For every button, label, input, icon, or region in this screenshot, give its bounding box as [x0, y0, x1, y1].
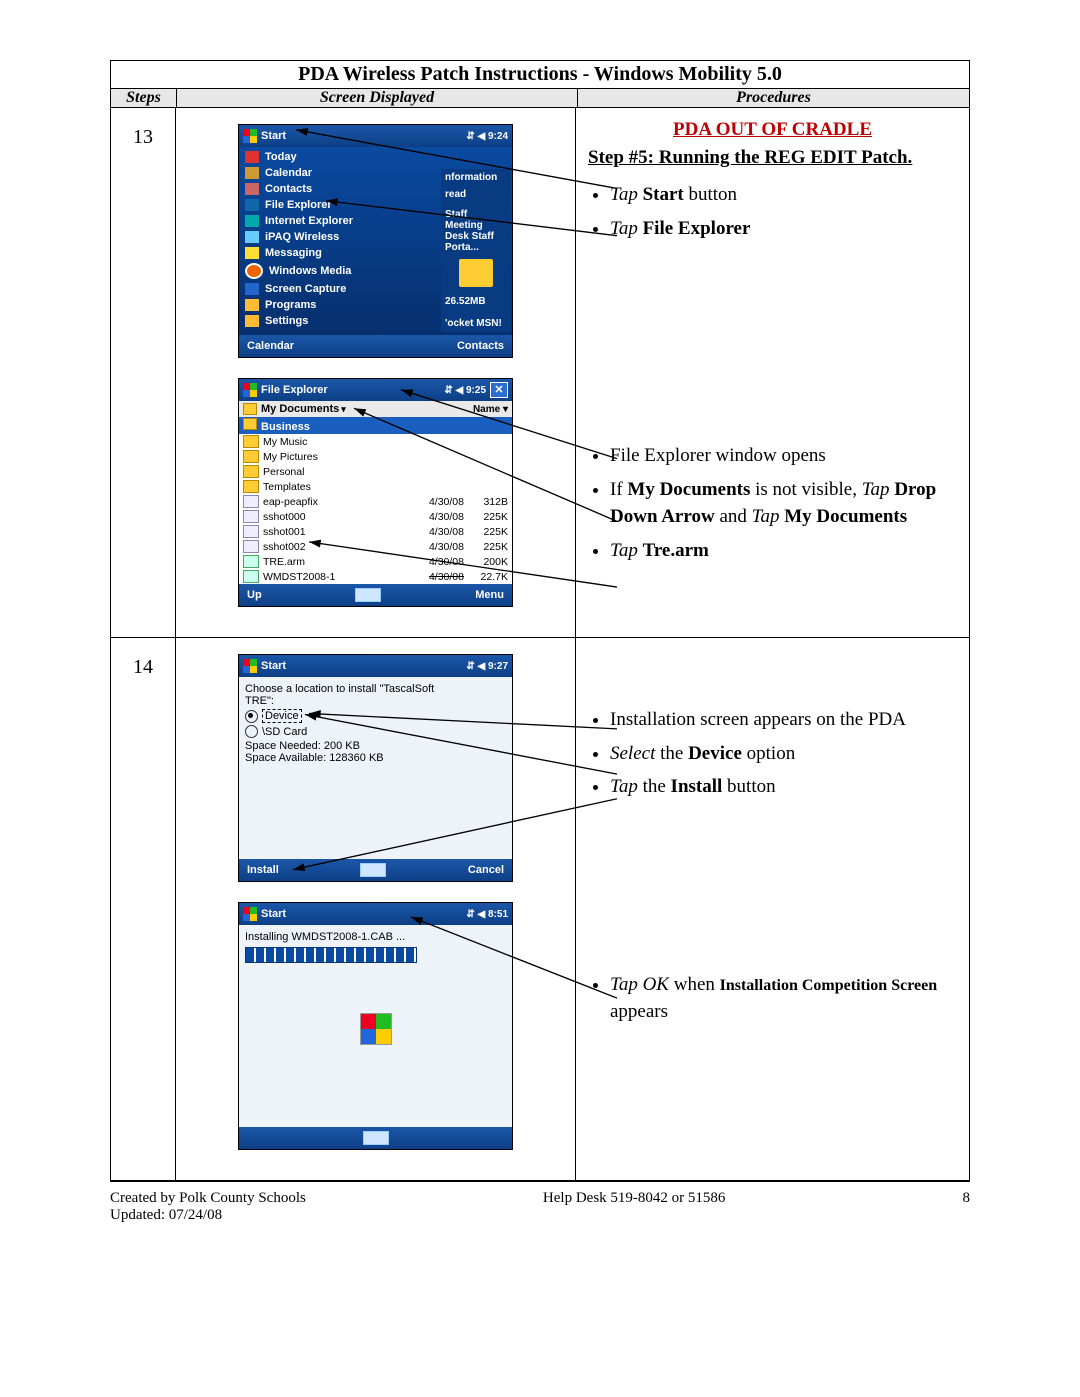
progress-bar — [245, 947, 417, 963]
radio-icon — [245, 710, 258, 723]
screenshot-cell-13: Start ⇵ ◀ 9:24 Today Calendar Contacts F… — [176, 108, 576, 637]
selected-folder[interactable]: Business — [239, 417, 512, 434]
proc-bullet: Tap File Explorer — [610, 215, 957, 243]
footer-updated: Updated: 07/24/08 — [110, 1207, 306, 1224]
step-row-13: 13 Start ⇵ ◀ 9:24 Today Calendar Contact… — [111, 108, 969, 638]
instruction-table: PDA Wireless Patch Instructions - Window… — [110, 60, 970, 1182]
proc-bullet: Tap Tre.arm — [610, 537, 957, 565]
folder-icon — [459, 259, 493, 287]
space-available: Space Available: 128360 KB — [245, 752, 506, 764]
proc-bullet: File Explorer window opens — [610, 442, 957, 470]
install-prompt: Choose a location to install "TascalSoft… — [245, 683, 506, 707]
radio-device[interactable]: Device — [245, 709, 506, 723]
folder-icon — [243, 403, 257, 415]
proc-bullet: Tap Start button — [610, 181, 957, 209]
file-row-tre[interactable]: TRE.arm4/30/08200K — [239, 554, 512, 569]
step-number: 14 — [111, 638, 176, 1180]
today-panel-slice: nformation read Staff MeetingDesk Staff … — [441, 169, 511, 332]
cradle-warning: PDA OUT OF CRADLE — [588, 116, 957, 144]
title-text: Start — [261, 130, 286, 142]
pda-install-progress: Start ⇵ ◀ 8:51 Installing WMDST2008-1.CA… — [238, 902, 513, 1150]
page-footer: Created by Polk County Schools Updated: … — [110, 1190, 970, 1224]
softkey-install[interactable]: Install — [247, 864, 279, 876]
clock-area: ⇵ ◀ 9:24 — [466, 131, 508, 142]
softkey-right[interactable]: Contacts — [457, 340, 504, 352]
softkey-menu[interactable]: Menu — [475, 589, 504, 601]
step-row-14: 14 Start ⇵ ◀ 9:27 Choose a location to i… — [111, 638, 969, 1181]
pda-file-explorer: File Explorer ⇵ ◀ 9:25 ✕ My Documents▾ N… — [238, 378, 513, 607]
footer-helpdesk: Help Desk 519-8042 or 51586 — [543, 1190, 725, 1224]
proc-bullet: Tap OK when Installation Competition Scr… — [610, 971, 957, 1026]
proc-bullet: If My Documents is not visible, Tap Drop… — [610, 476, 957, 531]
header-procedures: Procedures — [578, 89, 969, 107]
softkey-cancel[interactable]: Cancel — [468, 864, 504, 876]
step-number: 13 — [111, 108, 176, 637]
file-row[interactable]: sshot0014/30/08225K — [239, 524, 512, 539]
windows-flag-icon — [360, 1013, 392, 1045]
windows-flag-icon — [243, 659, 257, 673]
header-screen: Screen Displayed — [177, 89, 578, 107]
folder-row[interactable]: My Music — [239, 434, 512, 449]
file-row[interactable]: sshot0024/30/08225K — [239, 539, 512, 554]
proc-bullet: Select the Device option — [610, 740, 957, 768]
procedure-cell-13: PDA OUT OF CRADLE Step #5: Running the R… — [576, 108, 969, 637]
title-bar[interactable]: File Explorer ⇵ ◀ 9:25 ✕ — [239, 379, 512, 401]
progress-label: Installing WMDST2008-1.CAB ... — [245, 931, 506, 943]
folder-row[interactable]: My Pictures — [239, 449, 512, 464]
screenshot-cell-14: Start ⇵ ◀ 9:27 Choose a location to inst… — [176, 638, 576, 1180]
header-steps: Steps — [111, 89, 177, 107]
windows-flag-icon — [243, 383, 257, 397]
file-list: My Documents▾ Name ▾ Business My Music M… — [239, 401, 512, 584]
windows-flag-icon — [243, 129, 257, 143]
proc-bullet: Installation screen appears on the PDA — [610, 706, 957, 734]
keyboard-icon[interactable] — [355, 588, 381, 602]
soft-key-bar: Calendar Contacts — [239, 335, 512, 357]
footer-created: Created by Polk County Schools — [110, 1190, 306, 1207]
step-title: Step #5: Running the REG EDIT Patch. — [588, 144, 957, 172]
keyboard-icon[interactable] — [360, 863, 386, 877]
doc-title: PDA Wireless Patch Instructions - Window… — [111, 61, 969, 89]
clock-area: ⇵ ◀ 9:25 — [444, 385, 486, 396]
close-button[interactable]: ✕ — [490, 382, 508, 398]
pda-start-menu: Start ⇵ ◀ 9:24 Today Calendar Contacts F… — [238, 124, 513, 358]
folder-row[interactable]: Templates — [239, 479, 512, 494]
chevron-down-icon: ▾ — [503, 404, 508, 415]
radio-icon — [245, 725, 258, 738]
title-text: File Explorer — [261, 384, 328, 396]
sort-column[interactable]: Name ▾ — [473, 404, 508, 415]
keyboard-icon[interactable] — [363, 1131, 389, 1145]
radio-sdcard[interactable]: \SD Card — [245, 725, 506, 738]
menu-today[interactable]: Today — [243, 149, 508, 165]
page-number: 8 — [963, 1190, 971, 1224]
folder-row[interactable]: Personal — [239, 464, 512, 479]
file-row[interactable]: eap-peapfix4/30/08312B — [239, 494, 512, 509]
softkey-up[interactable]: Up — [247, 589, 262, 601]
table-header: Steps Screen Displayed Procedures — [111, 89, 969, 108]
proc-bullet: Tap the Install button — [610, 773, 957, 801]
pda-install-location: Start ⇵ ◀ 9:27 Choose a location to inst… — [238, 654, 513, 882]
file-row[interactable]: sshot0004/30/08225K — [239, 509, 512, 524]
space-needed: Space Needed: 200 KB — [245, 740, 506, 752]
windows-flag-icon — [243, 907, 257, 921]
procedure-cell-14: Installation screen appears on the PDA S… — [576, 638, 969, 1180]
location-dropdown[interactable]: My Documents▾ Name ▾ — [239, 401, 512, 417]
chevron-down-icon: ▾ — [341, 404, 346, 415]
file-row[interactable]: WMDST2008-14/30/0822.7K — [239, 569, 512, 584]
title-bar[interactable]: Start ⇵ ◀ 9:24 — [239, 125, 512, 147]
softkey-left[interactable]: Calendar — [247, 340, 294, 352]
